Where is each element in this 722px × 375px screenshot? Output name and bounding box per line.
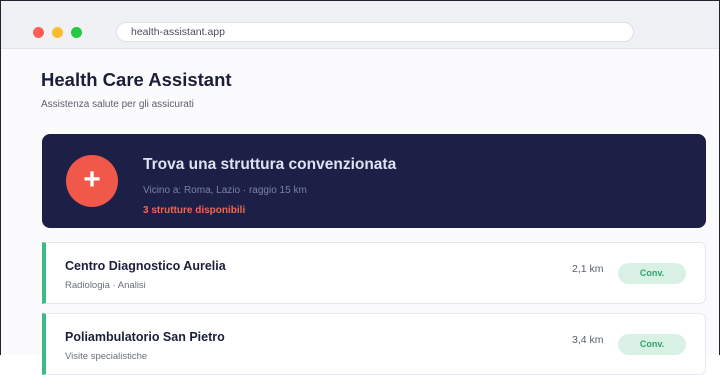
facility-card[interactable]: Poliambulatorio San Pietro Visite specia… [42,313,706,375]
banner-location: Vicino a: Roma, Lazio · raggio 15 km [143,185,307,196]
page-content: Health Care Assistant Assistenza salute … [1,49,719,375]
facility-distance: 3,4 km [572,334,604,346]
browser-window: health-assistant.app Health Care Assista… [0,0,720,375]
convention-badge: Conv. [618,334,686,355]
find-facility-banner[interactable]: + Trova una struttura convenzionata Vici… [42,134,706,228]
facility-distance: 2,1 km [572,263,604,275]
facility-name: Centro Diagnostico Aurelia [65,259,226,273]
facility-services: Radiologia · Analisi [65,280,146,291]
close-window-button[interactable] [33,27,44,38]
address-bar[interactable]: health-assistant.app [116,22,634,42]
convention-badge: Conv. [618,263,686,284]
plus-icon[interactable]: + [66,155,118,207]
banner-title: Trova una struttura convenzionata [143,156,397,173]
facility-services: Visite specialistiche [65,351,148,362]
available-count: 3 strutture disponibili [143,205,246,216]
facility-card[interactable]: Centro Diagnostico Aurelia Radiologia · … [42,242,706,304]
maximize-window-button[interactable] [71,27,82,38]
facility-name: Poliambulatorio San Pietro [65,330,225,344]
browser-titlebar: health-assistant.app [1,1,719,49]
minimize-window-button[interactable] [52,27,63,38]
page-subtitle: Assistenza salute per gli assicurati [41,99,194,110]
page-title: Health Care Assistant [41,69,232,90]
